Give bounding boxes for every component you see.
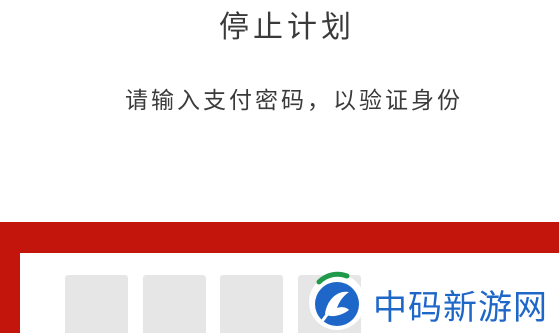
pin-digit-box-2[interactable] xyxy=(143,275,206,333)
site-watermark: 中码新游网 xyxy=(303,270,559,333)
watermark-text: 中码新游网 xyxy=(373,288,548,328)
pin-digit-box-1[interactable] xyxy=(65,275,128,333)
pin-digit-box-3[interactable] xyxy=(220,275,283,333)
dialog-header: 停止计划 请输入支付密码，以验证身份 xyxy=(0,0,559,222)
dialog-instruction: 请输入支付密码，以验证身份 xyxy=(125,88,463,114)
zhongma-logo-icon xyxy=(309,271,365,330)
page-title: 停止计划 xyxy=(219,10,355,45)
